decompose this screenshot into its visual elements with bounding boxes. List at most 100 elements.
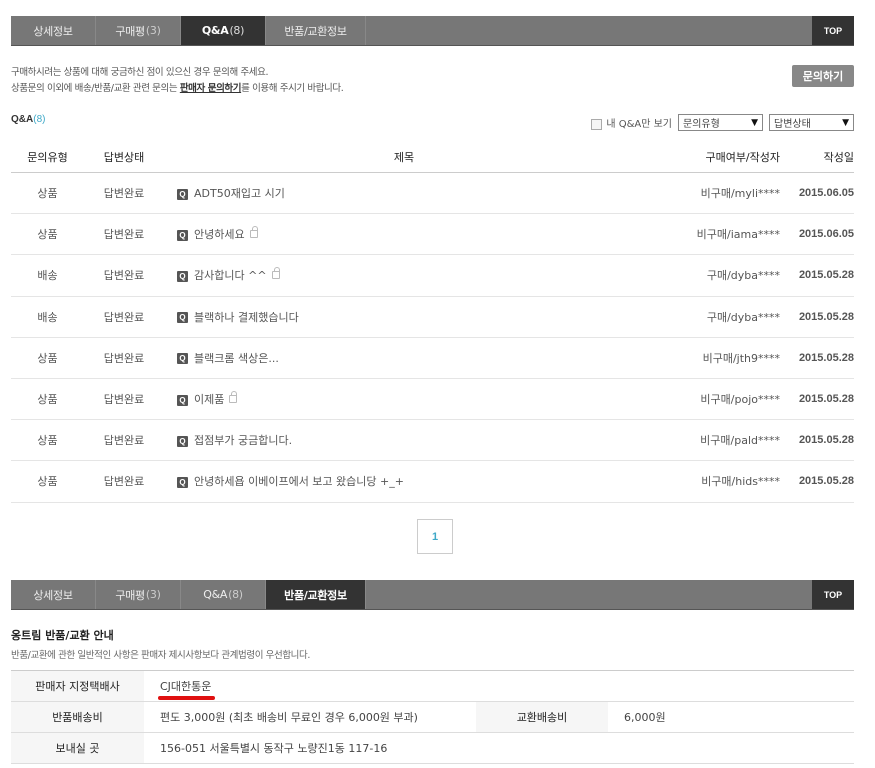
exchange-fee-value: 6,000원 (608, 701, 854, 733)
answer-status-select[interactable]: 답변상태 ▼ (769, 114, 854, 131)
qa-section-title: Q&A(8) (11, 114, 46, 125)
tab-reviews[interactable]: 구매평 (3) (96, 16, 181, 45)
tab-qa[interactable]: Q&A (8) (181, 16, 266, 45)
qa-row[interactable]: 상품 답변완료 Q 이제품 비구매/pojo**** 2015.05.28 (11, 378, 854, 421)
qa-filters: 내 Q&A만 보기 문의유형 ▼ 답변상태 ▼ (591, 114, 854, 131)
return-info-table: 판매자 지정택배사 CJ대한통운 반품배송비 편도 3,000원 (최초 배송비… (11, 670, 854, 764)
page-1-button[interactable]: 1 (417, 519, 453, 554)
qa-title-text[interactable]: 안녕하세욥 이베이프에서 보고 왔습니당 +_+ (194, 475, 404, 488)
qa-notice: 구매하시려는 상품에 대해 궁금하신 점이 있으신 경우 문의해 주세요. 상품… (11, 67, 344, 94)
return-info-subtitle: 반품/교환에 관한 일반적인 사항은 판매자 제시사항보다 관계법령이 우선합니… (11, 650, 310, 661)
qa-type: 상품 (11, 460, 84, 503)
question-icon: Q (177, 353, 188, 365)
tab-bar-top: 상세정보 구매평 (3) Q&A (8) 반품/교환정보 TOP (11, 16, 854, 46)
tab-detail[interactable]: 상세정보 (11, 580, 96, 609)
col-type: 문의유형 (11, 141, 84, 173)
tab-bar-bottom: 상세정보 구매평 (3) Q&A (8) 반품/교환정보 TOP (11, 580, 854, 610)
qa-status: 답변완료 (84, 378, 164, 421)
qa-table: 문의유형 답변상태 제목 구매여부/작성자 작성일 상품 답변완료 Q ADT50재입… (11, 141, 854, 503)
qa-title-text[interactable]: 블랙하나 결제했습니다 (194, 311, 299, 324)
qa-title[interactable]: Q 이제품 (164, 378, 644, 421)
qa-writer: 비구매/jth9**** (644, 337, 784, 379)
dropdown-arrow-icon: ▼ (842, 117, 849, 128)
return-fee-value: 편도 3,000원 (최초 배송비 무료인 경우 6,000원 부과) (144, 701, 476, 733)
qa-title[interactable]: Q 블랙하나 결제했습니다 (164, 296, 644, 338)
qa-title[interactable]: Q 감사합니다 ^^ (164, 254, 644, 297)
tab-detail[interactable]: 상세정보 (11, 16, 96, 45)
qa-title-text[interactable]: 안녕하세요 (194, 228, 245, 241)
qa-row[interactable]: 배송 답변완료 Q 감사합니다 ^^ 구매/dyba**** 2015.05.28 (11, 254, 854, 297)
qa-title-text[interactable]: 감사합니다 ^^ (194, 269, 267, 282)
qa-row[interactable]: 상품 답변완료 Q 블랙크롬 색상은... 비구매/jth9**** 2015.05.28 (11, 337, 854, 379)
tab-qa[interactable]: Q&A (8) (181, 580, 266, 609)
qa-date: 2015.06.05 (784, 213, 854, 256)
question-icon: Q (177, 394, 188, 406)
seller-inquiry-link[interactable]: 판매자 문의하기 (180, 83, 242, 94)
top-button[interactable]: TOP (812, 16, 854, 45)
col-title: 제목 (164, 141, 644, 173)
ask-question-button[interactable]: 문의하기 (792, 65, 854, 87)
courier-value: CJ대한통운 (144, 670, 854, 702)
qa-type: 배송 (11, 254, 84, 297)
dropdown-arrow-icon: ▼ (751, 117, 758, 128)
question-icon: Q (177, 312, 188, 324)
question-icon: Q (177, 270, 188, 282)
qa-writer: 비구매/iama**** (644, 213, 784, 256)
qa-status: 답변완료 (84, 337, 164, 379)
inquiry-type-select[interactable]: 문의유형 ▼ (678, 114, 763, 131)
qa-title-text[interactable]: 이제품 (194, 393, 224, 406)
qa-status: 답변완료 (84, 296, 164, 338)
col-writer: 구매여부/작성자 (644, 141, 784, 173)
qa-type: 상품 (11, 337, 84, 379)
qa-table-header: 문의유형 답변상태 제목 구매여부/작성자 작성일 (11, 141, 854, 173)
lock-icon (271, 267, 280, 280)
my-qa-only-checkbox[interactable]: 내 Q&A만 보기 (591, 115, 672, 130)
qa-date: 2015.05.28 (784, 296, 854, 338)
qa-date: 2015.05.28 (784, 460, 854, 503)
qa-type: 상품 (11, 213, 84, 256)
qa-writer: 비구매/hids**** (644, 460, 784, 503)
question-icon: Q (177, 435, 188, 447)
top-button[interactable]: TOP (812, 580, 854, 609)
qa-date: 2015.06.05 (784, 172, 854, 215)
qa-title[interactable]: Q 안녕하세요 (164, 213, 644, 256)
return-fee-label: 반품배송비 (11, 701, 144, 733)
qa-title[interactable]: Q ADT50재입고 시기 (164, 172, 644, 215)
qa-date: 2015.05.28 (784, 254, 854, 297)
lock-icon (229, 391, 238, 404)
question-icon: Q (177, 476, 188, 488)
qa-title[interactable]: Q 접점부가 궁금합니다. (164, 419, 644, 462)
qa-writer: 구매/dyba**** (644, 296, 784, 338)
address-value: 156-051 서울특별시 동작구 노량진1동 117-16 (144, 732, 854, 764)
qa-type: 상품 (11, 378, 84, 421)
qa-status: 답변완료 (84, 419, 164, 462)
qa-row[interactable]: 상품 답변완료 Q 안녕하세욥 이베이프에서 보고 왔습니당 +_+ 비구매/hids*… (11, 460, 854, 503)
qa-date: 2015.05.28 (784, 378, 854, 421)
address-label: 보내실 곳 (11, 732, 144, 764)
qa-writer: 구매/dyba**** (644, 254, 784, 297)
qa-title[interactable]: Q 안녕하세욥 이베이프에서 보고 왔습니당 +_+ (164, 460, 644, 503)
qa-row[interactable]: 상품 답변완료 Q ADT50재입고 시기 비구매/myli**** 2015.06.05 (11, 172, 854, 215)
qa-row[interactable]: 상품 답변완료 Q 안녕하세요 비구매/iama**** 2015.06.05 (11, 213, 854, 256)
question-icon: Q (177, 229, 188, 241)
qa-title[interactable]: Q 블랙크롬 색상은... (164, 337, 644, 379)
lock-icon (249, 226, 258, 239)
qa-type: 배송 (11, 296, 84, 338)
col-date: 작성일 (784, 141, 854, 173)
tab-return-exchange[interactable]: 반품/교환정보 (266, 580, 366, 609)
qa-status: 답변완료 (84, 172, 164, 215)
qa-title-text[interactable]: ADT50재입고 시기 (194, 187, 285, 200)
qa-writer: 비구매/pojo**** (644, 378, 784, 421)
exchange-fee-label: 교환배송비 (476, 701, 608, 733)
tab-reviews[interactable]: 구매평 (3) (96, 580, 181, 609)
return-info-title: 옹트림 반품/교환 안내 (11, 629, 114, 642)
checkbox-icon (591, 118, 603, 130)
tab-return-exchange[interactable]: 반품/교환정보 (266, 16, 366, 45)
qa-date: 2015.05.28 (784, 419, 854, 462)
qa-row[interactable]: 배송 답변완료 Q 블랙하나 결제했습니다 구매/dyba**** 2015.05.28 (11, 296, 854, 338)
qa-title-text[interactable]: 접점부가 궁금합니다. (194, 434, 292, 447)
qa-status: 답변완료 (84, 213, 164, 256)
qa-status: 답변완료 (84, 254, 164, 297)
qa-title-text[interactable]: 블랙크롬 색상은... (194, 352, 279, 365)
qa-row[interactable]: 상품 답변완료 Q 접점부가 궁금합니다. 비구매/pald**** 2015.05.28 (11, 419, 854, 462)
